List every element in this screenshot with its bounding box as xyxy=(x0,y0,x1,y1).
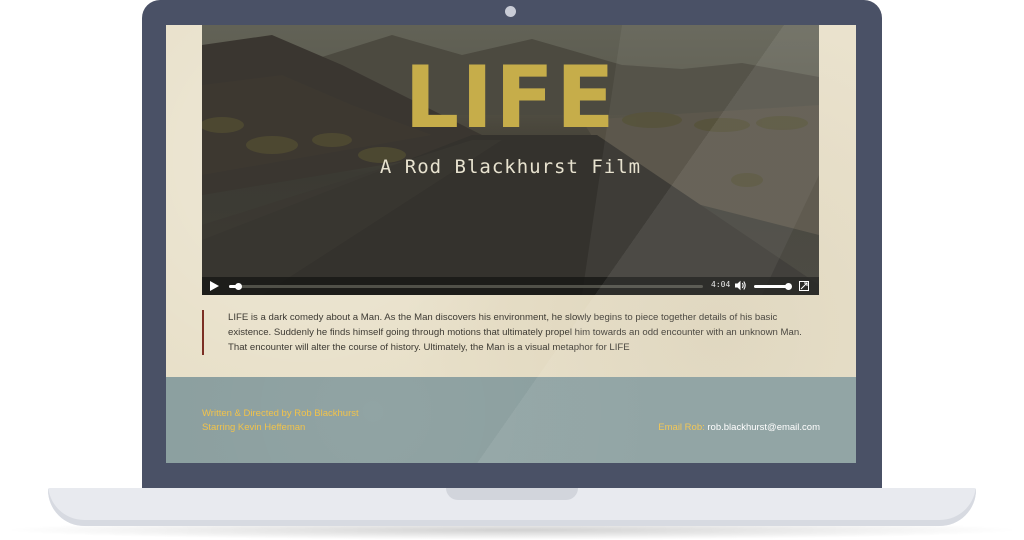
credit-directed: Written & Directed by Rob Blackhurst xyxy=(202,408,359,419)
progress-handle[interactable] xyxy=(235,283,243,290)
video-duration: 4:04 xyxy=(711,280,731,289)
footer: Written & Directed by Rob Blackhurst Sta… xyxy=(166,377,856,463)
progress-bar[interactable] xyxy=(229,283,703,290)
credit-starring: Starring Kevin Heffeman xyxy=(202,422,306,433)
play-icon[interactable] xyxy=(210,281,219,291)
volume-icon[interactable] xyxy=(735,280,747,291)
volume-handle[interactable] xyxy=(785,283,793,290)
laptop-base-notch xyxy=(446,488,578,500)
video-controls: 4:04 xyxy=(202,277,819,295)
volume-fill xyxy=(754,285,789,288)
contact-label: Email Rob: xyxy=(658,422,705,433)
fullscreen-icon[interactable] xyxy=(799,281,809,291)
camera-icon xyxy=(505,6,516,17)
volume-slider[interactable] xyxy=(754,283,793,290)
film-description: LIFE is a dark comedy about a Man. As th… xyxy=(202,310,818,355)
contact-email-link[interactable]: rob.blackhurst@email.com xyxy=(707,422,820,433)
video-player[interactable]: LIFE A Rod Blackhurst Film 4:04 xyxy=(202,25,819,295)
laptop-screen: LIFE A Rod Blackhurst Film 4:04 LIFE is … xyxy=(166,25,856,463)
contact-info: Email Rob: rob.blackhurst@email.com xyxy=(658,422,820,433)
film-subtitle: A Rod Blackhurst Film xyxy=(379,156,642,178)
film-title: LIFE xyxy=(404,48,617,148)
